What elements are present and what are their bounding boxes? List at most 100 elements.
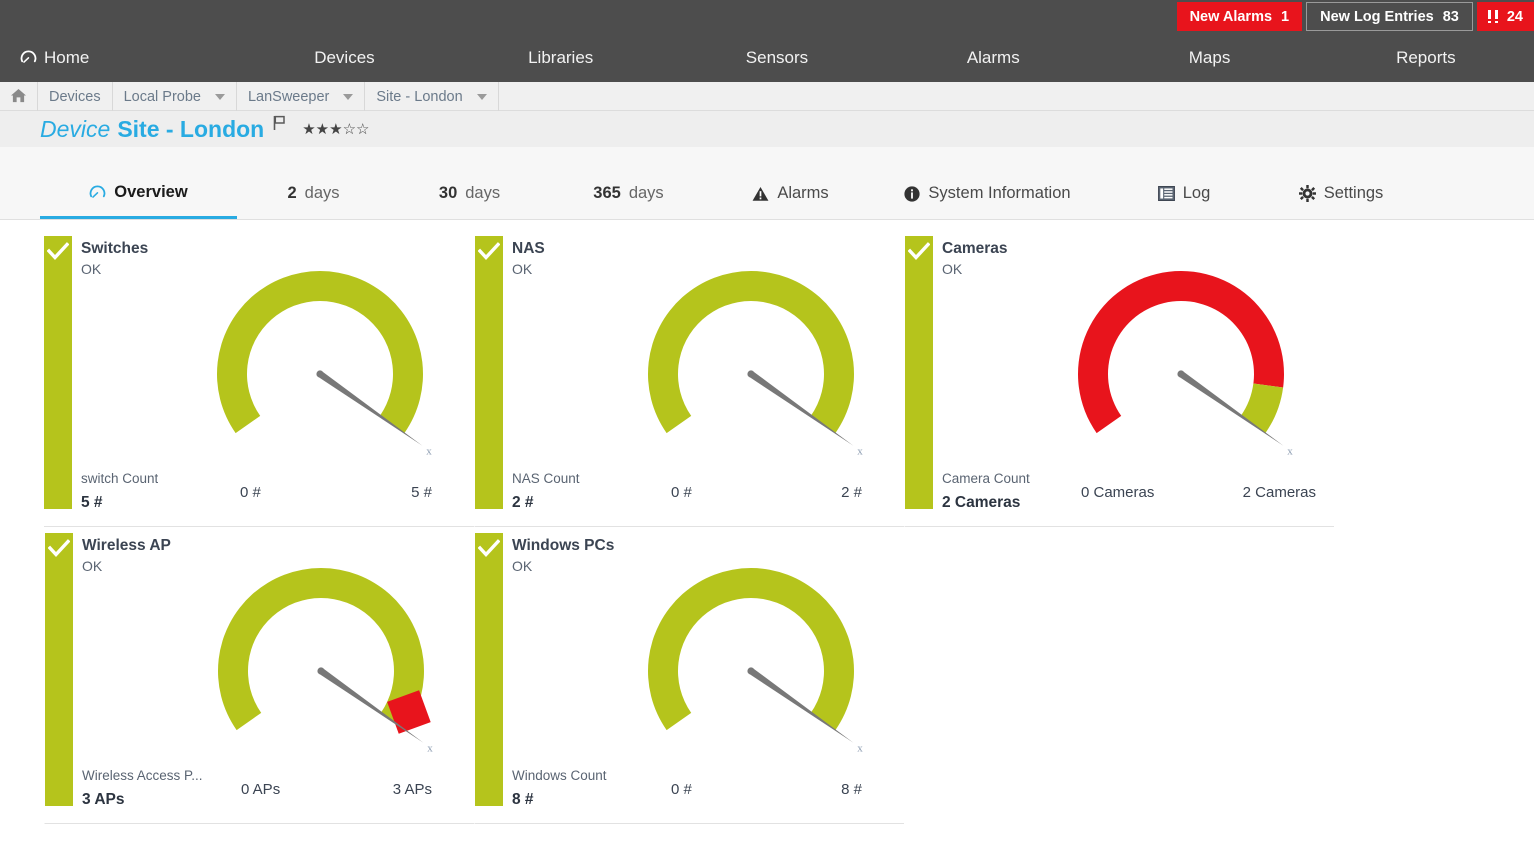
page-title-name: Site - London [117,116,264,143]
chevron-down-icon[interactable] [343,94,353,100]
tab-overview-label: Overview [114,183,187,202]
chevron-down-icon[interactable] [215,94,225,100]
gauge-hub [747,370,754,377]
tab-log-label: Log [1183,184,1211,203]
tab-settings-label: Settings [1324,184,1384,203]
new-alarms-button[interactable]: New Alarms 1 [1177,2,1303,31]
check-icon [908,242,930,262]
breadcrumb-item-devices[interactable]: Devices [38,82,113,111]
nav-item-sensors-label: Sensors [746,48,808,68]
gauge-card-wireless-ap[interactable]: Wireless AP OK x Wireless Access P... 3 … [44,527,474,824]
nav-item-maps-label: Maps [1189,48,1231,68]
gauge-card-status: OK [512,558,532,574]
breadcrumb-item-local-probe[interactable]: Local Probe [113,82,237,111]
nav-item-alarms[interactable]: Alarms [885,33,1101,82]
gauge-band [217,271,423,433]
tab-alarms[interactable]: Alarms [708,177,873,219]
gauge-hub [1177,370,1184,377]
gauge-card-nas[interactable]: NAS OK x NAS Count 2 # 0 # 2 # [474,230,904,527]
tab-settings[interactable]: Settings [1266,177,1416,219]
new-alarms-label: New Alarms [1190,9,1272,25]
check-icon [478,539,500,559]
gauge-nas: x [633,256,893,486]
nav-item-sensors[interactable]: Sensors [669,33,885,82]
new-alarms-count: 1 [1281,9,1289,25]
status-bar [44,236,72,509]
breadcrumb-item-devices-label: Devices [49,89,101,105]
nav-item-home-label: Home [44,48,89,68]
double-exclamation-icon [1488,10,1499,23]
gauge-band [648,568,854,730]
gauge-hub [316,370,323,377]
gauge-hub [747,667,754,674]
tab-2-days[interactable]: 2 days [237,177,390,219]
info-icon [904,186,920,202]
nav-item-libraries[interactable]: Libraries [453,33,669,82]
nav-item-reports-label: Reports [1396,48,1456,68]
rating-stars[interactable]: ★★★☆☆ [302,120,369,138]
nav-item-maps[interactable]: Maps [1101,33,1317,82]
warnings-button[interactable]: 24 [1477,2,1534,31]
warnings-count: 24 [1507,9,1523,25]
breadcrumb-item-site-london[interactable]: Site - London [365,82,498,111]
tab-overview[interactable]: Overview [40,177,237,219]
page-title-kind: Device [40,116,110,143]
gauge-card-title: Wireless AP [82,537,171,555]
gauge-card-cameras[interactable]: Cameras OK x Camera Count 2 Cameras 0 Ca… [904,230,1334,527]
gauge-card-windows-pcs[interactable]: Windows PCs OK x Windows Count 8 # 0 # 8… [474,527,904,824]
breadcrumb: Devices Local Probe LanSweeper Site - Lo… [0,82,1534,111]
breadcrumb-home[interactable] [0,82,38,111]
gauge-band [648,271,854,433]
tab-2-days-number: 2 [287,184,296,203]
gauge-max-label: 5 # [411,484,432,501]
check-icon [478,242,500,262]
gauge-value-tick: x [426,445,432,457]
gauge-card-status: OK [82,558,102,574]
gauge-icon [89,184,106,201]
check-icon [48,539,70,559]
gauge-card-status: OK [512,261,532,277]
tab-alarms-label: Alarms [777,184,828,203]
chevron-down-icon[interactable] [477,94,487,100]
nav-item-alarms-label: Alarms [967,48,1020,68]
tab-365-days[interactable]: 365 days [549,177,708,219]
tab-365-days-number: 365 [593,184,621,203]
status-bar [905,236,933,509]
gauge-card-grid: Switches OK x switch Count 5 # 0 # 5 # N… [44,230,1344,824]
nav-item-devices-label: Devices [314,48,374,68]
gauge-value-tick: x [427,742,433,754]
flag-icon[interactable] [273,115,286,135]
gauge-metric-value: 8 # [512,791,534,809]
gear-icon [1299,185,1316,202]
gauge-value-tick: x [857,742,863,754]
new-log-entries-label: New Log Entries [1320,9,1434,25]
gauge-wireless-ap: x [203,553,463,783]
gauge-windows-pcs: x [633,553,893,783]
gauge-metric-value: 5 # [81,494,103,512]
gauge-card-title: Cameras [942,240,1008,258]
tab-system-information-label: System Information [928,184,1070,203]
gauge-card-title: NAS [512,240,545,258]
tab-30-days-number: 30 [439,184,457,203]
breadcrumb-item-lansweeper[interactable]: LanSweeper [237,82,365,111]
gauge-hub [317,667,324,674]
gauge-metric-label: NAS Count [512,471,580,486]
breadcrumb-item-local-probe-label: Local Probe [124,89,201,105]
status-bar [475,236,503,509]
gauge-card-switches[interactable]: Switches OK x switch Count 5 # 0 # 5 # [44,230,474,527]
tab-log[interactable]: Log [1102,177,1266,219]
gauge-min-label: 0 # [240,484,261,501]
nav-item-devices[interactable]: Devices [236,33,452,82]
gauge-value-tick: x [1287,445,1293,457]
nav-item-home[interactable]: Home [0,33,236,82]
gauge-card-title: Windows PCs [512,537,614,555]
tab-system-information[interactable]: System Information [873,177,1102,219]
breadcrumb-item-site-london-label: Site - London [376,89,462,105]
gauge-metric-label: Windows Count [512,768,607,783]
gauge-min-label: 0 APs [241,781,280,798]
tab-30-days[interactable]: 30 days [390,177,549,219]
warning-triangle-icon [752,186,769,202]
nav-item-reports[interactable]: Reports [1318,33,1534,82]
new-log-entries-button[interactable]: New Log Entries 83 [1306,2,1473,31]
nav-item-libraries-label: Libraries [528,48,593,68]
